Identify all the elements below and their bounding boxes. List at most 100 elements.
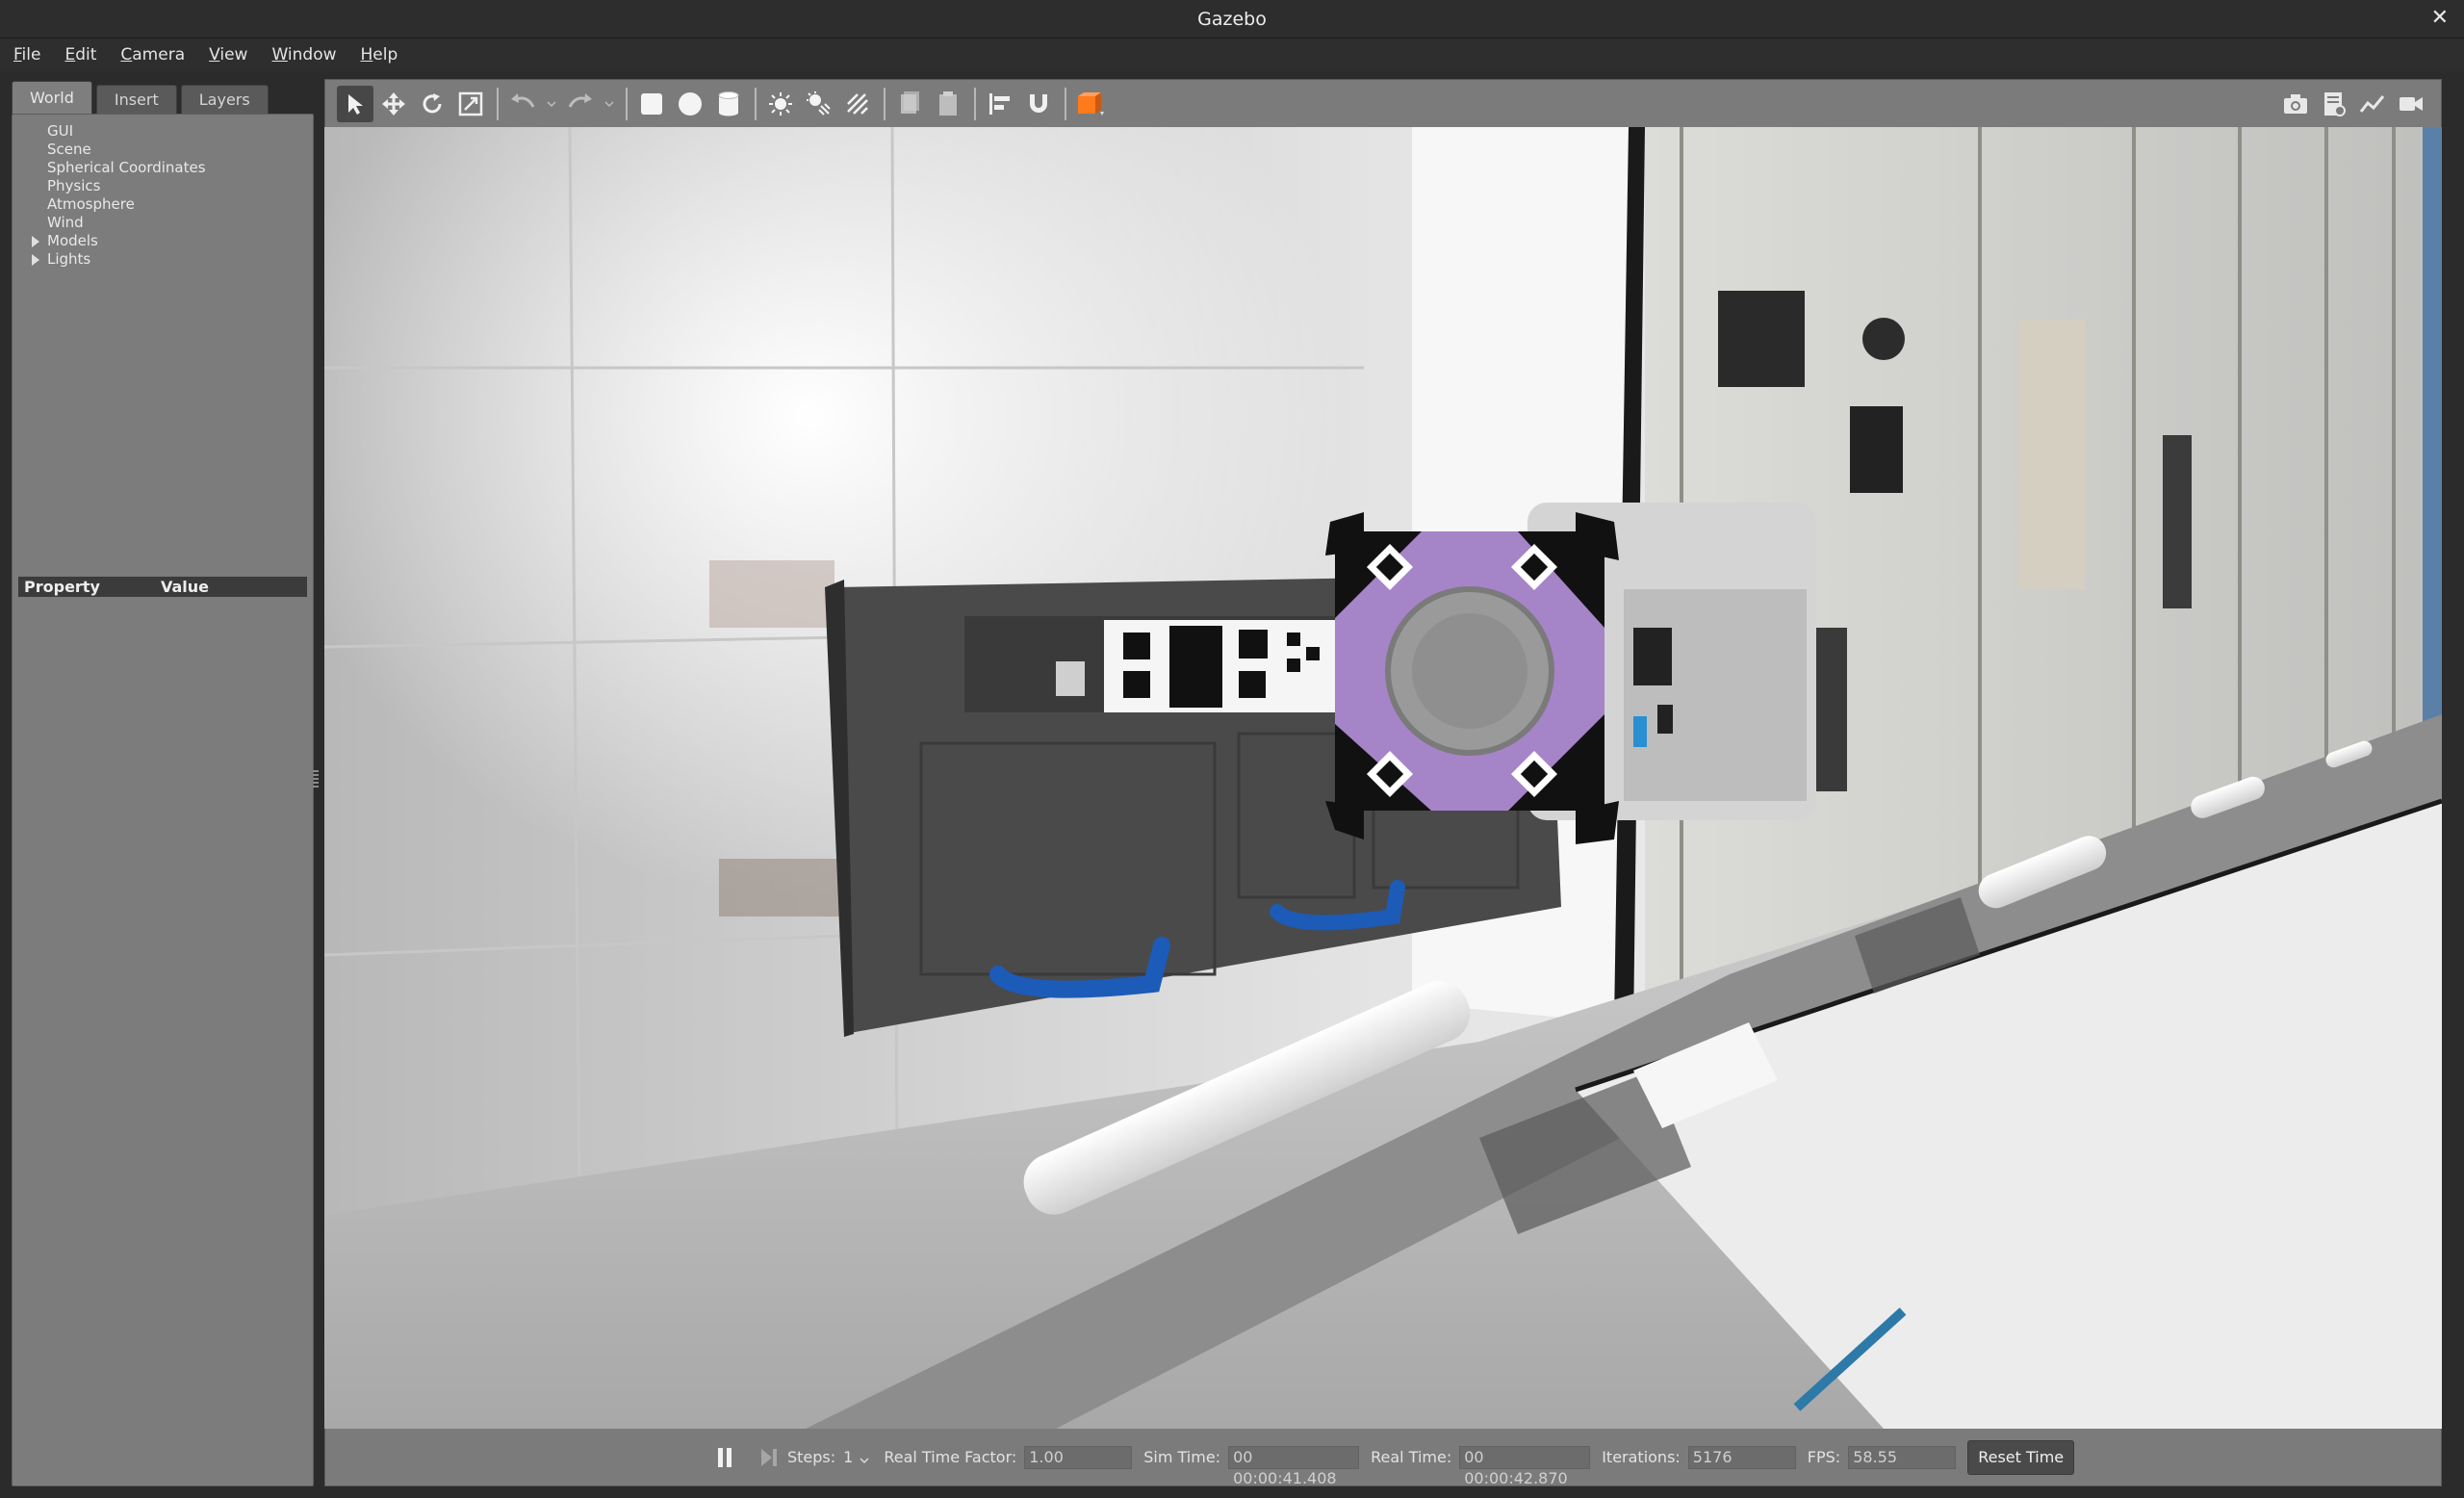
snap-icon[interactable] <box>1020 86 1057 122</box>
rack-slot <box>2163 435 2192 608</box>
main-area: Steps: 1 Real Time Factor: 1.00 Sim Time… <box>324 79 2442 1487</box>
toolbar-separator <box>974 87 976 120</box>
real-time-field: 00 00:00:42.870 <box>1459 1445 1591 1487</box>
tree-item-models-label: Models <box>47 232 98 249</box>
menu-file-accel: F <box>13 45 22 65</box>
view-angle-icon[interactable] <box>1072 86 1109 122</box>
expand-arrow-icon[interactable] <box>32 236 39 247</box>
scene-render <box>324 127 2442 1429</box>
plot-icon[interactable] <box>2354 86 2391 122</box>
tree-item-models[interactable]: Models <box>13 232 313 250</box>
menu-window[interactable]: Window <box>271 45 336 65</box>
toolbar-right-group <box>2277 86 2431 122</box>
toolbar-separator <box>1065 87 1066 120</box>
menu-window-accel: W <box>271 45 288 65</box>
tab-layers[interactable]: Layers <box>180 85 269 114</box>
menu-help-accel: H <box>360 45 373 65</box>
tab-insert[interactable]: Insert <box>95 85 177 114</box>
real-time-factor-field: 1.00 <box>1024 1445 1133 1469</box>
menu-file[interactable]: File <box>13 45 40 65</box>
menu-help-rest: elp <box>372 45 398 65</box>
toolbar-separator <box>884 87 886 120</box>
rotate-icon[interactable] <box>414 86 450 122</box>
toolbar <box>324 79 2442 127</box>
menu-camera-accel: C <box>120 45 133 65</box>
expand-arrow-icon[interactable] <box>32 254 39 266</box>
pause-icon[interactable] <box>710 1443 739 1472</box>
record-video-icon[interactable] <box>2393 86 2429 122</box>
fps-field: 58.55 <box>1848 1445 1957 1469</box>
world-tree: GUI Scene Spherical Coordinates Physics … <box>13 122 313 269</box>
real-time-label: Real Time: <box>1371 1448 1452 1466</box>
toolbar-separator <box>626 87 628 120</box>
align-icon[interactable] <box>982 86 1018 122</box>
property-column-header: Property <box>24 578 100 596</box>
window-title: Gazebo <box>1197 8 1267 30</box>
menu-camera-rest: amera <box>132 45 186 65</box>
redo-history-chevron-down-icon[interactable] <box>601 86 618 122</box>
menu-file-rest: ile <box>21 45 41 65</box>
close-icon[interactable]: ✕ <box>2431 6 2449 30</box>
box-shape-icon[interactable] <box>633 86 670 122</box>
tree-item-lights-label: Lights <box>47 250 91 268</box>
tree-item-atmosphere[interactable]: Atmosphere <box>13 195 313 214</box>
undo-icon[interactable] <box>504 86 541 122</box>
screenshot-icon[interactable] <box>2277 86 2314 122</box>
menu-camera[interactable]: Camera <box>120 45 185 65</box>
steps-label: Steps: <box>787 1448 836 1466</box>
real-time-factor-label: Real Time Factor: <box>884 1448 1017 1466</box>
left-panel: World Insert Layers GUI Scene Spherical … <box>12 79 314 1486</box>
sphere-shape-icon[interactable] <box>672 86 708 122</box>
wall-label-blur <box>709 560 834 628</box>
translate-icon[interactable] <box>375 86 412 122</box>
tab-world[interactable]: World <box>12 81 92 114</box>
fps-label: FPS: <box>1807 1448 1841 1466</box>
menu-edit-rest: dit <box>75 45 97 65</box>
iterations-label: Iterations: <box>1602 1448 1681 1466</box>
rack-monitor <box>1718 291 1805 387</box>
wall-label-blur <box>719 859 844 917</box>
menu-edit-accel: E <box>64 45 76 65</box>
copy-icon[interactable] <box>891 86 928 122</box>
tree-item-scene[interactable]: Scene <box>13 141 313 159</box>
menu-view-accel: V <box>209 45 220 65</box>
menu-help[interactable]: Help <box>361 45 398 65</box>
undo-history-chevron-down-icon[interactable] <box>543 86 560 122</box>
cylinder-shape-icon[interactable] <box>710 86 747 122</box>
steps-spinbox[interactable]: 1 <box>843 1448 870 1466</box>
world-panel: GUI Scene Spherical Coordinates Physics … <box>12 114 314 1486</box>
chevron-down-icon <box>860 1457 869 1463</box>
spot-light-icon[interactable] <box>801 86 837 122</box>
scale-icon[interactable] <box>452 86 489 122</box>
left-panel-tabs: World Insert Layers <box>12 79 314 114</box>
tree-item-spherical-coordinates[interactable]: Spherical Coordinates <box>13 159 313 177</box>
menu-bar: File Edit Camera View Window Help <box>0 39 2464 71</box>
point-light-icon[interactable] <box>762 86 799 122</box>
panel-splitter-handle[interactable] <box>313 770 319 789</box>
directional-light-icon[interactable] <box>839 86 876 122</box>
toolbar-separator <box>497 87 499 120</box>
reset-time-button[interactable]: Reset Time <box>1967 1439 2075 1475</box>
paste-icon[interactable] <box>930 86 966 122</box>
menu-edit[interactable]: Edit <box>64 45 96 65</box>
tree-item-physics[interactable]: Physics <box>13 177 313 195</box>
menu-view-rest: iew <box>219 45 248 65</box>
log-icon[interactable] <box>2316 86 2352 122</box>
rack-display <box>1850 406 1903 493</box>
sim-time-label: Sim Time: <box>1143 1448 1221 1466</box>
blue-strip <box>2423 127 2442 743</box>
iterations-field: 5176 <box>1687 1445 1796 1469</box>
tree-item-gui[interactable]: GUI <box>13 122 313 141</box>
menu-view[interactable]: View <box>209 45 247 65</box>
tree-item-wind[interactable]: Wind <box>13 214 313 232</box>
rack-connector <box>1862 318 1905 360</box>
property-table-header: Property Value <box>18 577 307 597</box>
step-icon[interactable] <box>755 1443 783 1472</box>
select-arrow-icon[interactable] <box>337 85 373 122</box>
tree-item-lights[interactable]: Lights <box>13 250 313 269</box>
sim-time-field: 00 00:00:41.408 <box>1228 1445 1360 1487</box>
redo-icon[interactable] <box>562 86 599 122</box>
steps-value: 1 <box>843 1448 854 1466</box>
scene-viewport[interactable] <box>324 127 2442 1429</box>
rack-panel <box>2018 320 2086 589</box>
